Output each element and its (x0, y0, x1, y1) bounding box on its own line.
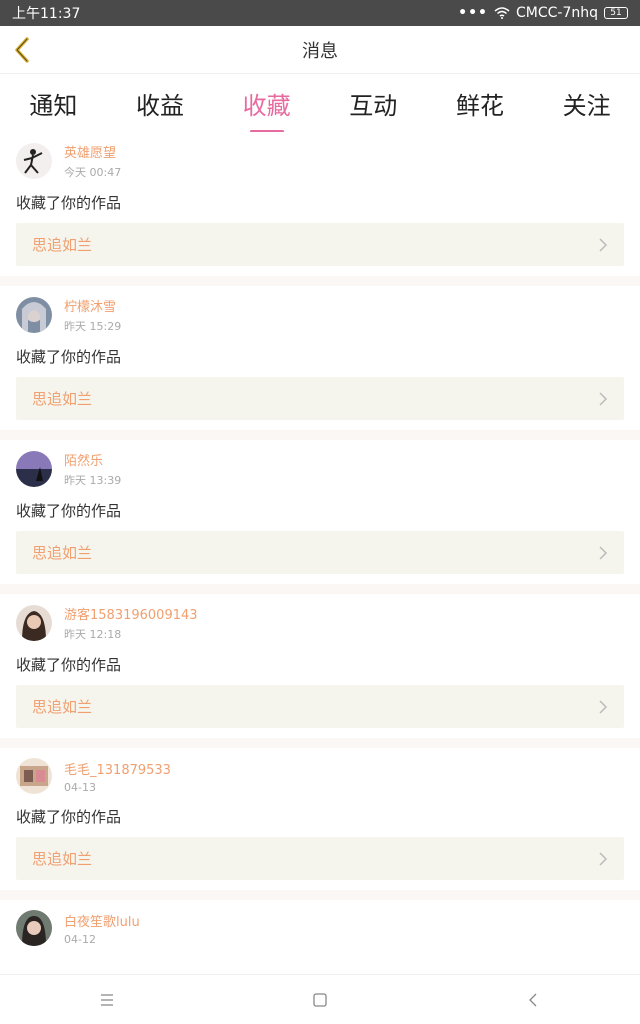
username[interactable]: 英雄愿望 (64, 142, 121, 161)
chevron-right-icon (599, 391, 608, 406)
back-arrow-icon (529, 993, 537, 1006)
message-text: 收藏了你的作品 (16, 194, 122, 212)
avatar[interactable] (16, 297, 52, 333)
message-header: 柠檬沐雪 昨天 15:29 (16, 296, 624, 334)
message-header: 英雄愿望 今天 00:47 (16, 142, 624, 180)
avatar[interactable] (16, 758, 52, 794)
app-bar: 消息 (0, 26, 640, 74)
message-list: 英雄愿望 今天 00:47 收藏了你的作品 思追如兰 柠檬沐雪 昨天 15:29… (0, 132, 640, 974)
avatar-image (16, 605, 52, 641)
message-meta: 游客1583196009143 昨天 12:18 (64, 604, 198, 642)
message-header: 白夜笙歌lulu 04-12 (16, 910, 624, 946)
list-item: 英雄愿望 今天 00:47 收藏了你的作品 思追如兰 (0, 132, 640, 276)
list-item: 游客1583196009143 昨天 12:18 收藏了你的作品 思追如兰 (0, 594, 640, 738)
status-time: 上午11:37 (12, 6, 81, 22)
message-text: 收藏了你的作品 (16, 808, 122, 826)
system-nav-bar (0, 974, 640, 1024)
system-back-button[interactable] (513, 980, 553, 1020)
divider (0, 738, 640, 748)
tab-bar: 通知 收益 收藏 互动 鲜花 关注 (0, 74, 640, 132)
tab-notice[interactable]: 通知 (25, 86, 81, 121)
home-square-icon (313, 992, 327, 1007)
list-item: 陌然乐 昨天 13:39 收藏了你的作品 思追如兰 (0, 440, 640, 584)
tab-follow[interactable]: 关注 (559, 86, 615, 121)
timestamp: 昨天 15:29 (64, 320, 122, 333)
work-title: 思追如兰 (32, 850, 93, 868)
avatar-image (16, 758, 52, 794)
username[interactable]: 陌然乐 (64, 450, 121, 469)
message-meta: 白夜笙歌lulu 04-12 (64, 911, 140, 946)
list-item: 柠檬沐雪 昨天 15:29 收藏了你的作品 思追如兰 (0, 286, 640, 430)
tab-favorites[interactable]: 收藏 (239, 86, 295, 121)
more-dots-icon: ••• (458, 5, 488, 21)
message-meta: 陌然乐 昨天 13:39 (64, 450, 121, 488)
tab-interaction[interactable]: 互动 (345, 86, 401, 121)
timestamp: 今天 00:47 (64, 166, 122, 179)
list-item: 白夜笙歌lulu 04-12 (0, 900, 640, 956)
message-meta: 毛毛_131879533 04-13 (64, 759, 171, 794)
work-card[interactable]: 思追如兰 (16, 837, 624, 880)
divider (0, 276, 640, 286)
screen: 上午11:37 ••• CMCC-7nhq 51 消息 通知 收益 收藏 互动 … (0, 0, 640, 1024)
list-item: 毛毛_131879533 04-13 收藏了你的作品 思追如兰 (0, 748, 640, 890)
timestamp: 04-12 (64, 932, 96, 946)
message-header: 陌然乐 昨天 13:39 (16, 450, 624, 488)
avatar-image (16, 451, 52, 487)
username[interactable]: 毛毛_131879533 (64, 759, 171, 778)
wifi-icon (494, 7, 510, 19)
username[interactable]: 柠檬沐雪 (64, 296, 121, 315)
chevron-right-icon (599, 699, 608, 714)
work-card[interactable]: 思追如兰 (16, 531, 624, 574)
page-title: 消息 (302, 40, 338, 62)
work-card[interactable]: 思追如兰 (16, 223, 624, 266)
avatar[interactable] (16, 605, 52, 641)
chevron-right-icon (599, 237, 608, 252)
message-meta: 柠檬沐雪 昨天 15:29 (64, 296, 121, 334)
work-title: 思追如兰 (32, 236, 93, 254)
work-title: 思追如兰 (32, 390, 93, 408)
battery-icon: 51 (604, 7, 628, 19)
timestamp: 昨天 12:18 (64, 628, 122, 641)
back-chevron-icon (15, 37, 29, 63)
work-title: 思追如兰 (32, 698, 93, 716)
menu-button[interactable] (87, 980, 127, 1020)
avatar-image (16, 297, 52, 333)
avatar[interactable] (16, 143, 52, 179)
home-button[interactable] (300, 980, 340, 1020)
status-right: ••• CMCC-7nhq 51 (458, 5, 628, 21)
back-button[interactable] (8, 34, 36, 66)
divider (0, 430, 640, 440)
work-card[interactable]: 思追如兰 (16, 377, 624, 420)
message-text: 收藏了你的作品 (16, 502, 122, 520)
timestamp: 昨天 13:39 (64, 474, 122, 487)
username[interactable]: 白夜笙歌lulu (64, 911, 140, 930)
avatar[interactable] (16, 451, 52, 487)
tab-earnings[interactable]: 收益 (132, 86, 188, 121)
menu-icon (100, 993, 113, 1006)
message-header: 游客1583196009143 昨天 12:18 (16, 604, 624, 642)
chevron-right-icon (599, 851, 608, 866)
work-title: 思追如兰 (32, 544, 93, 562)
timestamp: 04-13 (64, 780, 96, 794)
tab-flowers[interactable]: 鲜花 (452, 86, 508, 121)
message-text: 收藏了你的作品 (16, 656, 122, 674)
message-meta: 英雄愿望 今天 00:47 (64, 142, 121, 180)
divider (0, 584, 640, 594)
avatar-image (16, 143, 52, 179)
status-bar: 上午11:37 ••• CMCC-7nhq 51 (0, 0, 640, 26)
chevron-right-icon (599, 545, 608, 560)
message-header: 毛毛_131879533 04-13 (16, 758, 624, 794)
carrier-name: CMCC-7nhq (516, 5, 598, 21)
username[interactable]: 游客1583196009143 (64, 604, 198, 623)
work-card[interactable]: 思追如兰 (16, 685, 624, 728)
message-text: 收藏了你的作品 (16, 348, 122, 366)
divider (0, 890, 640, 900)
avatar-image (16, 910, 52, 946)
avatar[interactable] (16, 910, 52, 946)
